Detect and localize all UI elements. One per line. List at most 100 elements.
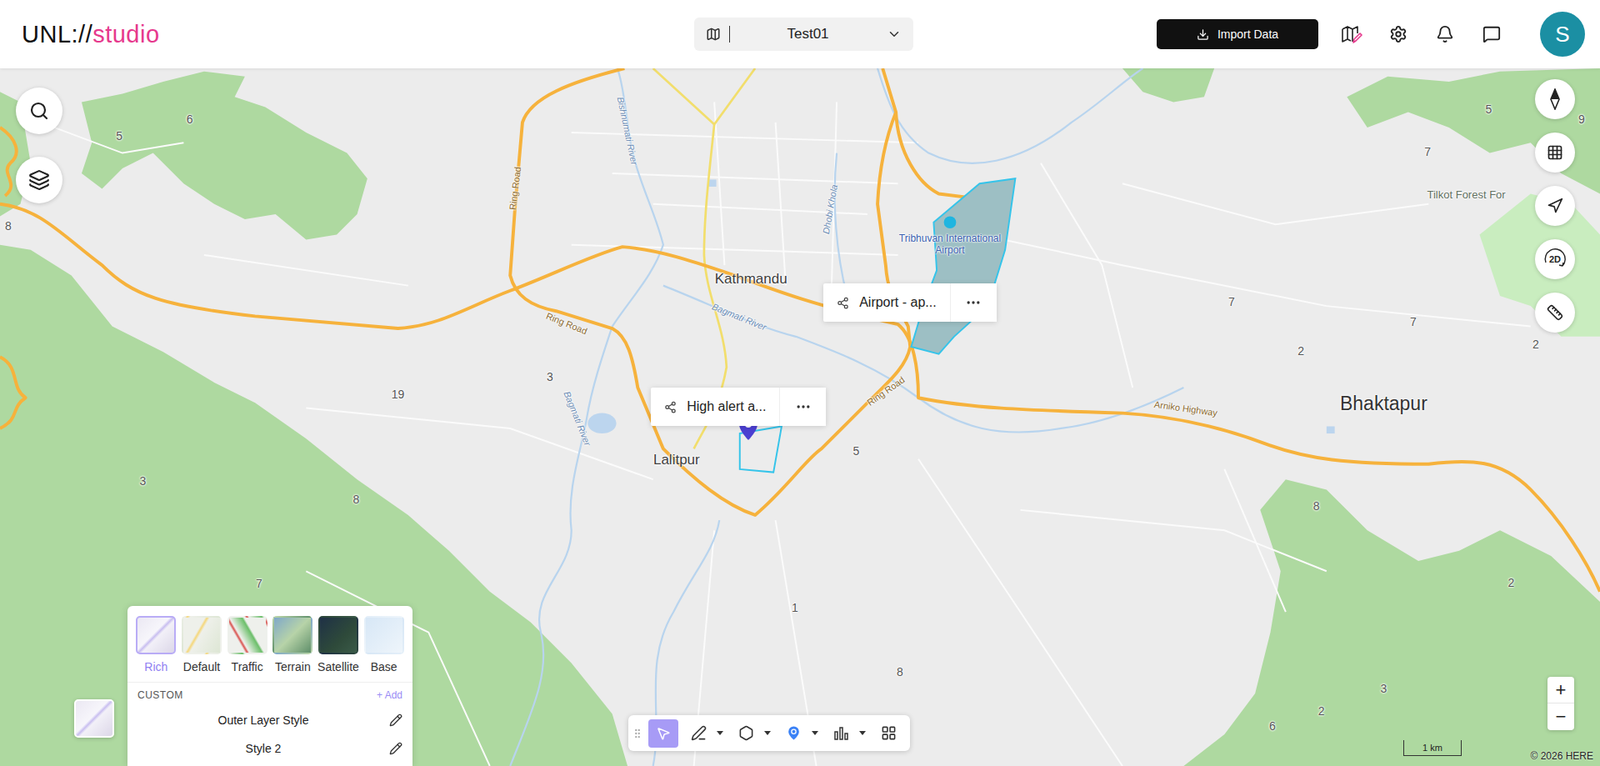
widgets-tool-button[interactable] (873, 719, 904, 748)
project-icon-box (705, 25, 730, 43)
map-label: 8 (5, 219, 12, 233)
map-label: Tilkot Forest For (1427, 187, 1506, 200)
tool-menu-button[interactable] (856, 719, 869, 748)
road (895, 112, 980, 200)
bell-icon (1435, 25, 1455, 44)
basemap-option[interactable]: Terrain (270, 615, 315, 674)
feature-popup[interactable]: High alert a... (650, 387, 826, 426)
tool-slot (873, 719, 904, 748)
tool-menu-button[interactable] (714, 719, 726, 748)
tool-slot (778, 719, 821, 748)
map-label: 2 (1508, 575, 1515, 590)
settings-button[interactable] (1383, 19, 1414, 50)
share-icon (664, 400, 677, 414)
map-label: Tribhuvan International Airport (891, 233, 1009, 257)
share-icon (836, 296, 850, 310)
edit-style-button[interactable] (389, 713, 403, 727)
toolbar-handle[interactable] (631, 726, 644, 740)
draw-tool-button[interactable] (683, 719, 714, 748)
river (510, 326, 612, 766)
custom-style-label: Style 2 (137, 741, 390, 755)
road (653, 68, 755, 125)
locate-button[interactable] (1535, 185, 1575, 226)
custom-style-row[interactable]: Style 2 (127, 734, 413, 763)
map-label: 6 (1269, 719, 1276, 733)
basemap-toggle[interactable] (74, 699, 115, 738)
polygon-tool-button[interactable] (730, 719, 761, 748)
street (980, 234, 1531, 326)
basemap-option[interactable]: Base (361, 615, 406, 674)
pin-icon (785, 724, 803, 742)
project-name: Test01 (738, 25, 879, 43)
grid-button[interactable] (1535, 132, 1575, 173)
forest-area (1122, 68, 1600, 195)
popup-menu-button[interactable] (779, 387, 826, 426)
zoom-controls: +− (1547, 676, 1575, 730)
caret-icon (811, 730, 819, 735)
measure-button[interactable] (1535, 292, 1575, 333)
basemap-label: Default (183, 660, 220, 674)
airport-area[interactable] (910, 178, 1015, 354)
basemap-label: Terrain (275, 660, 311, 674)
search-icon (29, 100, 50, 121)
map-label: Ring Road (507, 166, 523, 211)
message-icon (1482, 25, 1501, 44)
map-area[interactable]: KathmanduLalitpurBhaktapurTribhuvan Inte… (0, 68, 1600, 766)
popup-label[interactable]: High alert a... (650, 387, 780, 426)
pin-tool-button[interactable] (778, 719, 809, 748)
zoom-in-button[interactable]: + (1547, 676, 1575, 704)
forest-area (0, 245, 628, 766)
pond (587, 413, 616, 434)
popup-menu-button[interactable] (950, 283, 997, 322)
map-label: 5 (115, 129, 123, 143)
custom-header: CUSTOM + Add (127, 682, 413, 706)
tool-menu-button[interactable] (761, 719, 774, 748)
tool-slot (730, 719, 774, 748)
view-mode-button[interactable]: 2D (1535, 239, 1575, 280)
layers-button[interactable] (15, 156, 63, 204)
map-label: 7 (1228, 295, 1235, 309)
tool-menu-button[interactable] (809, 719, 821, 748)
street (918, 459, 1123, 766)
basemap-option[interactable]: Satellite (316, 615, 361, 674)
basemap-thumbnail (227, 615, 268, 655)
map-edit-button[interactable] (1336, 19, 1367, 50)
street (775, 122, 786, 286)
forest-area (0, 71, 368, 240)
user-avatar[interactable]: S (1540, 11, 1585, 57)
street (1040, 163, 1133, 388)
tool-slot (648, 719, 679, 748)
map-label: 19 (391, 387, 405, 401)
popup-label[interactable]: Airport - ap... (823, 283, 950, 322)
map-label: 8 (352, 492, 360, 506)
tool-slot (825, 719, 869, 748)
right-controls: 2D (1535, 79, 1575, 333)
logo[interactable]: UNL://studio (21, 20, 695, 49)
custom-title: CUSTOM (137, 689, 184, 701)
map-label: 2 (1318, 704, 1325, 718)
search-button[interactable] (15, 87, 63, 135)
custom-style-row[interactable]: Outer Layer Style (127, 705, 413, 735)
project-select[interactable]: Test01 (694, 17, 914, 51)
compass-button[interactable] (1535, 79, 1575, 120)
basemap-option[interactable]: Default (180, 615, 225, 674)
import-data-button[interactable]: Import Data (1156, 19, 1319, 50)
edit-style-button[interactable] (389, 741, 403, 755)
street (1020, 510, 1326, 571)
messages-button[interactable] (1476, 19, 1507, 50)
add-style-button[interactable]: + Add (376, 689, 403, 701)
basemap-list: Rich Default Traffic Terrain SatelliteBase (127, 605, 413, 682)
map-label: 8 (1313, 499, 1320, 513)
basemap-option[interactable]: Rich (134, 615, 179, 674)
download-icon (1196, 28, 1210, 41)
select-tool-button[interactable] (648, 719, 679, 748)
map-label: 8 (896, 665, 904, 679)
chart-tool-button[interactable] (825, 719, 856, 748)
feature-popup[interactable]: Airport - ap... (823, 283, 996, 322)
logo-accent: studio (92, 20, 160, 48)
basemap-thumbnail (318, 615, 359, 655)
map-label: 3 (1380, 681, 1388, 695)
notifications-button[interactable] (1430, 19, 1460, 50)
zoom-out-button[interactable]: − (1547, 703, 1575, 730)
basemap-option[interactable]: Traffic (225, 615, 270, 674)
